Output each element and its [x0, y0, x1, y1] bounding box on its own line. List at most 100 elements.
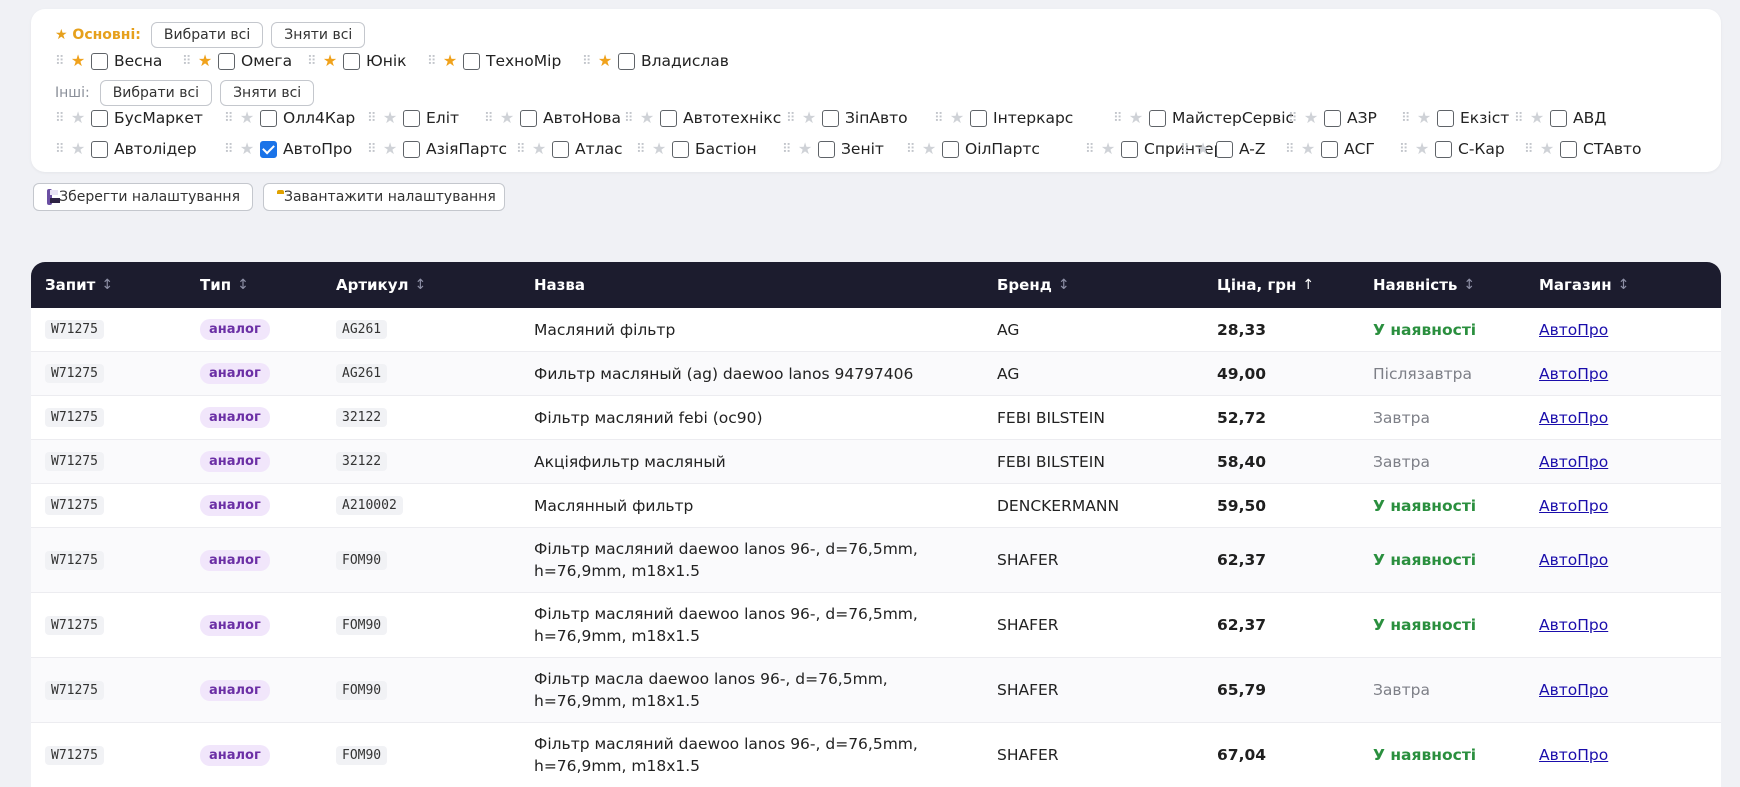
- sort-ascending-icon[interactable]: ↑: [1302, 277, 1314, 293]
- shop-link[interactable]: АвтоПро: [1539, 365, 1608, 383]
- main-deselect-all-button[interactable]: Зняти всі: [271, 22, 366, 48]
- store-checkbox[interactable]: [822, 109, 839, 127]
- drag-handle-icon[interactable]: ⠿: [1288, 112, 1300, 125]
- store-checkbox[interactable]: [91, 52, 108, 70]
- favorite-star-icon[interactable]: ★: [67, 53, 89, 69]
- drag-handle-icon[interactable]: ⠿: [367, 143, 379, 156]
- sort-icon[interactable]: ↕: [415, 277, 427, 293]
- drag-handle-icon[interactable]: ⠿: [1085, 143, 1097, 156]
- store-checkbox[interactable]: [970, 109, 987, 127]
- drag-handle-icon[interactable]: ⠿: [1180, 143, 1192, 156]
- store-checkbox[interactable]: [403, 140, 420, 158]
- drag-handle-icon[interactable]: ⠿: [624, 112, 636, 125]
- drag-handle-icon[interactable]: ⠿: [906, 143, 918, 156]
- drag-handle-icon[interactable]: ⠿: [636, 143, 648, 156]
- favorite-star-icon[interactable]: ★: [67, 141, 89, 157]
- favorite-star-icon[interactable]: ★: [379, 110, 401, 126]
- drag-handle-icon[interactable]: ⠿: [224, 112, 236, 125]
- load-settings-button[interactable]: Завантажити налаштування: [263, 183, 505, 211]
- store-checkbox[interactable]: [1560, 140, 1577, 158]
- favorite-star-icon[interactable]: ★: [1097, 141, 1119, 157]
- shop-link[interactable]: АвтоПро: [1539, 321, 1608, 339]
- store-checkbox[interactable]: [91, 140, 108, 158]
- favorite-star-icon[interactable]: ★: [1297, 141, 1319, 157]
- sort-icon[interactable]: ↕: [1618, 277, 1630, 293]
- other-select-all-button[interactable]: Вибрати всі: [99, 80, 213, 106]
- favorite-star-icon[interactable]: ★: [794, 141, 816, 157]
- store-checkbox[interactable]: [1437, 109, 1454, 127]
- favorite-star-icon[interactable]: ★: [496, 110, 518, 126]
- favorite-star-icon[interactable]: ★: [918, 141, 940, 157]
- drag-handle-icon[interactable]: ⠿: [307, 55, 319, 68]
- store-checkbox[interactable]: [1550, 109, 1567, 127]
- drag-handle-icon[interactable]: ⠿: [484, 112, 496, 125]
- store-checkbox[interactable]: [91, 109, 108, 127]
- drag-handle-icon[interactable]: ⠿: [55, 143, 67, 156]
- store-checkbox[interactable]: [1216, 140, 1233, 158]
- col-shop-header[interactable]: Магазин ↕: [1539, 262, 1629, 308]
- store-checkbox[interactable]: [1121, 140, 1138, 158]
- store-checkbox[interactable]: [818, 140, 835, 158]
- drag-handle-icon[interactable]: ⠿: [224, 143, 236, 156]
- favorite-star-icon[interactable]: ★: [946, 110, 968, 126]
- store-checkbox[interactable]: [463, 52, 480, 70]
- favorite-star-icon[interactable]: ★: [67, 110, 89, 126]
- sort-icon[interactable]: ↕: [101, 277, 113, 293]
- main-select-all-button[interactable]: Вибрати всі: [150, 22, 264, 48]
- store-checkbox[interactable]: [1435, 140, 1452, 158]
- shop-link[interactable]: АвтоПро: [1539, 616, 1608, 634]
- drag-handle-icon[interactable]: ⠿: [934, 112, 946, 125]
- store-checkbox[interactable]: [218, 52, 235, 70]
- favorite-star-icon[interactable]: ★: [1536, 141, 1558, 157]
- store-checkbox[interactable]: [672, 140, 689, 158]
- favorite-star-icon[interactable]: ★: [319, 53, 341, 69]
- favorite-star-icon[interactable]: ★: [1413, 110, 1435, 126]
- favorite-star-icon[interactable]: ★: [1125, 110, 1147, 126]
- store-checkbox[interactable]: [403, 109, 420, 127]
- shop-link[interactable]: АвтоПро: [1539, 551, 1608, 569]
- other-deselect-all-button[interactable]: Зняти всі: [220, 80, 315, 106]
- store-checkbox[interactable]: [1149, 109, 1166, 127]
- col-query-header[interactable]: Запит ↕: [45, 262, 113, 308]
- drag-handle-icon[interactable]: ⠿: [1399, 143, 1411, 156]
- drag-handle-icon[interactable]: ⠿: [516, 143, 528, 156]
- store-checkbox[interactable]: [343, 52, 360, 70]
- col-availability-header[interactable]: Наявність ↕: [1373, 262, 1475, 308]
- favorite-star-icon[interactable]: ★: [236, 141, 258, 157]
- save-settings-button[interactable]: Зберегти налаштування: [33, 183, 253, 211]
- drag-handle-icon[interactable]: ⠿: [1514, 112, 1526, 125]
- drag-handle-icon[interactable]: ⠿: [367, 112, 379, 125]
- drag-handle-icon[interactable]: ⠿: [782, 143, 794, 156]
- drag-handle-icon[interactable]: ⠿: [786, 112, 798, 125]
- drag-handle-icon[interactable]: ⠿: [1113, 112, 1125, 125]
- favorite-star-icon[interactable]: ★: [1192, 141, 1214, 157]
- store-checkbox[interactable]: [618, 52, 635, 70]
- store-checkbox[interactable]: [660, 109, 677, 127]
- favorite-star-icon[interactable]: ★: [648, 141, 670, 157]
- drag-handle-icon[interactable]: ⠿: [182, 55, 194, 68]
- store-checkbox[interactable]: [260, 109, 277, 127]
- drag-handle-icon[interactable]: ⠿: [582, 55, 594, 68]
- col-price-header[interactable]: Ціна, грн ↑: [1217, 262, 1314, 308]
- col-brand-header[interactable]: Бренд ↕: [997, 262, 1070, 308]
- store-checkbox[interactable]: [260, 140, 277, 158]
- sort-icon[interactable]: ↕: [237, 277, 249, 293]
- favorite-star-icon[interactable]: ★: [636, 110, 658, 126]
- sort-icon[interactable]: ↕: [1058, 277, 1070, 293]
- favorite-star-icon[interactable]: ★: [379, 141, 401, 157]
- drag-handle-icon[interactable]: ⠿: [427, 55, 439, 68]
- favorite-star-icon[interactable]: ★: [528, 141, 550, 157]
- store-checkbox[interactable]: [552, 140, 569, 158]
- store-checkbox[interactable]: [942, 140, 959, 158]
- shop-link[interactable]: АвтоПро: [1539, 409, 1608, 427]
- favorite-star-icon[interactable]: ★: [594, 53, 616, 69]
- favorite-star-icon[interactable]: ★: [236, 110, 258, 126]
- drag-handle-icon[interactable]: ⠿: [55, 55, 67, 68]
- shop-link[interactable]: АвтоПро: [1539, 746, 1608, 764]
- drag-handle-icon[interactable]: ⠿: [1401, 112, 1413, 125]
- drag-handle-icon[interactable]: ⠿: [55, 112, 67, 125]
- col-sku-header[interactable]: Артикул ↕: [336, 262, 426, 308]
- favorite-star-icon[interactable]: ★: [1526, 110, 1548, 126]
- store-checkbox[interactable]: [520, 109, 537, 127]
- sort-icon[interactable]: ↕: [1463, 277, 1475, 293]
